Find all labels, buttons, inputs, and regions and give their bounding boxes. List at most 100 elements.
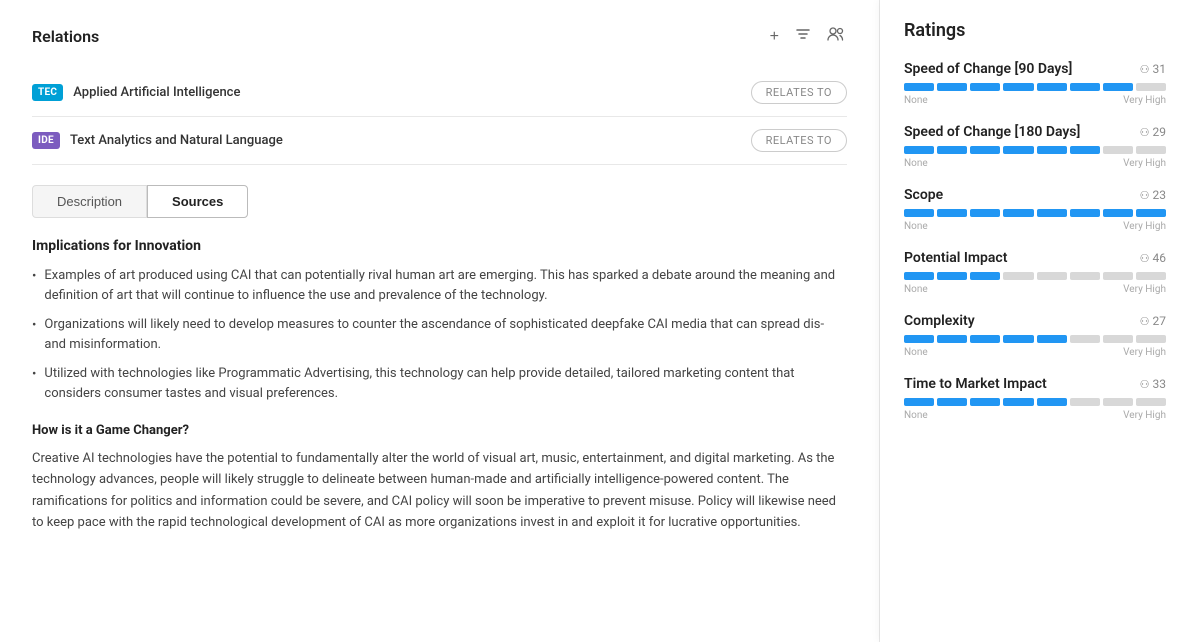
filter-button[interactable] — [793, 24, 813, 49]
rating-segment — [1037, 398, 1067, 406]
tab-sources[interactable]: Sources — [147, 185, 248, 218]
relation-tag: TEC — [32, 84, 63, 101]
rating-segment — [1103, 209, 1133, 217]
relation-name: Text Analytics and Natural Language — [70, 133, 283, 148]
rating-segment — [1103, 335, 1133, 343]
relations-actions: + — [768, 24, 847, 49]
rating-segment — [1070, 209, 1100, 217]
relates-to-badge[interactable]: RELATES TO — [751, 81, 847, 104]
rating-segment — [1136, 398, 1166, 406]
rating-label: Potential Impact — [904, 250, 1007, 266]
rating-count: 33 — [1140, 377, 1166, 391]
rating-segment — [1003, 209, 1033, 217]
rating-segment — [1037, 272, 1067, 280]
rating-segment — [937, 83, 967, 91]
rating-segment — [904, 272, 934, 280]
rating-header: Potential Impact 46 — [904, 250, 1166, 266]
implications-list: Examples of art produced using CAI that … — [32, 266, 847, 403]
rating-segment — [1070, 335, 1100, 343]
scale-none: None — [904, 347, 928, 358]
rating-label: Speed of Change [180 Days] — [904, 124, 1080, 140]
rating-track — [904, 335, 1166, 343]
rating-segment — [1103, 83, 1133, 91]
relation-tag: IDE — [32, 132, 60, 149]
bullet-item: Examples of art produced using CAI that … — [32, 266, 847, 305]
rating-label: Complexity — [904, 313, 975, 329]
scale-none: None — [904, 158, 928, 169]
bullet-item: Organizations will likely need to develo… — [32, 315, 847, 354]
rating-segment — [1037, 209, 1067, 217]
plus-icon: + — [770, 28, 779, 46]
rating-header: Time to Market Impact 33 — [904, 376, 1166, 392]
rating-segment — [1070, 398, 1100, 406]
rating-label: Speed of Change [90 Days] — [904, 61, 1072, 77]
rating-segment — [970, 398, 1000, 406]
rating-segment — [970, 272, 1000, 280]
ratings-list: Speed of Change [90 Days] 31 None Very H… — [904, 61, 1166, 421]
rating-segment — [1037, 335, 1067, 343]
rating-item: Scope 23 None Very High — [904, 187, 1166, 232]
rating-segment — [970, 83, 1000, 91]
rating-segment — [1003, 146, 1033, 154]
rating-segment — [904, 398, 934, 406]
rating-scale: None Very High — [904, 347, 1166, 358]
rating-track — [904, 209, 1166, 217]
rating-segment — [1070, 146, 1100, 154]
rating-item: Complexity 27 None Very High — [904, 313, 1166, 358]
rating-segment — [1003, 335, 1033, 343]
rating-segment — [904, 335, 934, 343]
tabs: Description Sources — [32, 185, 847, 218]
bullet-item: Utilized with technologies like Programm… — [32, 364, 847, 403]
rating-segment — [1070, 272, 1100, 280]
rating-scale: None Very High — [904, 284, 1166, 295]
rating-segment — [970, 146, 1000, 154]
rating-track — [904, 272, 1166, 280]
rating-segment — [937, 209, 967, 217]
rating-label: Time to Market Impact — [904, 376, 1047, 392]
scale-none: None — [904, 221, 928, 232]
scale-high: Very High — [1123, 221, 1166, 232]
relation-name: Applied Artificial Intelligence — [73, 85, 240, 100]
scale-none: None — [904, 95, 928, 106]
scale-high: Very High — [1123, 284, 1166, 295]
relates-to-badge[interactable]: RELATES TO — [751, 129, 847, 152]
rating-segment — [1003, 398, 1033, 406]
rating-segment — [1003, 83, 1033, 91]
rating-label: Scope — [904, 187, 943, 203]
rating-segment — [1103, 272, 1133, 280]
rating-segment — [1037, 83, 1067, 91]
scale-high: Very High — [1123, 410, 1166, 421]
relations-title: Relations — [32, 27, 99, 46]
rating-segment — [1003, 272, 1033, 280]
tab-description[interactable]: Description — [32, 185, 147, 218]
rating-header: Speed of Change [90 Days] 31 — [904, 61, 1166, 77]
rating-item: Time to Market Impact 33 None Very High — [904, 376, 1166, 421]
rating-segment — [904, 209, 934, 217]
rating-segment — [1136, 209, 1166, 217]
rating-segment — [904, 83, 934, 91]
rating-segment — [1136, 335, 1166, 343]
rating-segment — [1037, 146, 1067, 154]
rating-segment — [1070, 83, 1100, 91]
share-button[interactable] — [825, 25, 847, 48]
rating-segment — [970, 335, 1000, 343]
relation-left: TEC Applied Artificial Intelligence — [32, 84, 240, 101]
rating-count: 31 — [1140, 62, 1166, 76]
relation-item[interactable]: TEC Applied Artificial Intelligence RELA… — [32, 69, 847, 117]
rating-scale: None Very High — [904, 158, 1166, 169]
rating-segment — [1136, 83, 1166, 91]
scale-none: None — [904, 284, 928, 295]
scale-high: Very High — [1123, 95, 1166, 106]
person-group-icon — [827, 27, 845, 46]
relation-list: TEC Applied Artificial Intelligence RELA… — [32, 69, 847, 165]
rating-scale: None Very High — [904, 95, 1166, 106]
add-relation-button[interactable]: + — [768, 26, 781, 48]
rating-header: Scope 23 — [904, 187, 1166, 203]
relation-item[interactable]: IDE Text Analytics and Natural Language … — [32, 117, 847, 165]
scale-none: None — [904, 410, 928, 421]
game-changer-text: Creative AI technologies have the potent… — [32, 448, 847, 534]
rating-segment — [1136, 146, 1166, 154]
filter-icon — [795, 26, 811, 47]
rating-count: 23 — [1140, 188, 1166, 202]
ratings-title: Ratings — [904, 20, 1166, 41]
